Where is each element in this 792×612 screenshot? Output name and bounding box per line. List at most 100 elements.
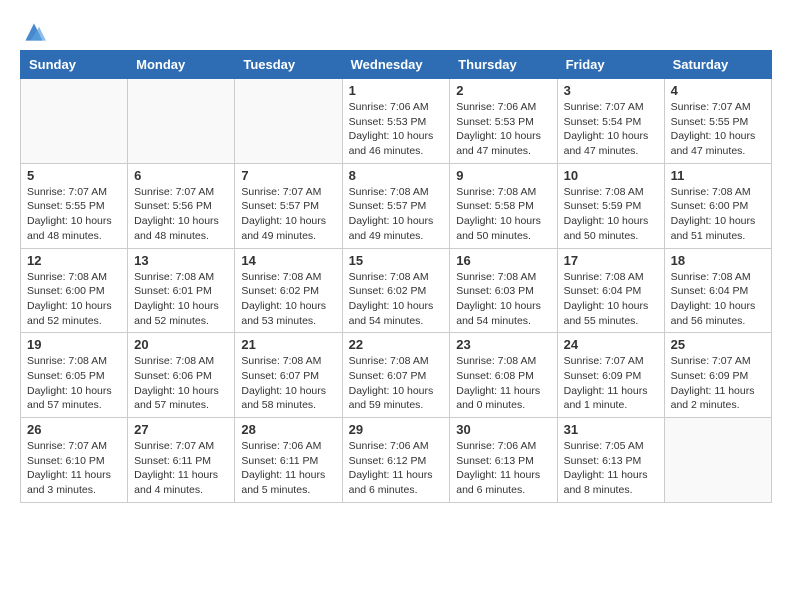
- calendar-cell: 25 Sunrise: 7:07 AM Sunset: 6:09 PM Dayli…: [664, 333, 771, 418]
- day-info: Sunrise: 7:08 AM Sunset: 6:04 PM Dayligh…: [564, 270, 658, 329]
- day-info: Sunrise: 7:08 AM Sunset: 6:02 PM Dayligh…: [241, 270, 335, 329]
- day-info: Sunrise: 7:06 AM Sunset: 6:13 PM Dayligh…: [456, 439, 550, 498]
- calendar-cell: 5 Sunrise: 7:07 AM Sunset: 5:55 PM Daylig…: [21, 163, 128, 248]
- day-number: 3: [564, 83, 658, 98]
- week-row-1: 1 Sunrise: 7:06 AM Sunset: 5:53 PM Daylig…: [21, 79, 772, 164]
- calendar-cell: 27Sunrise: 7:07 AM Sunset: 6:11 PM Dayli…: [128, 418, 235, 503]
- calendar-cell: 19 Sunrise: 7:08 AM Sunset: 6:05 PM Dayli…: [21, 333, 128, 418]
- day-header-monday: Monday: [128, 51, 235, 79]
- day-number: 20: [134, 337, 228, 352]
- day-number: 25: [671, 337, 765, 352]
- day-number: 29: [349, 422, 444, 437]
- calendar-header-row: SundayMondayTuesdayWednesdayThursdayFrid…: [21, 51, 772, 79]
- day-number: 8: [349, 168, 444, 183]
- page-header: [20, 20, 772, 40]
- calendar-cell: [235, 79, 342, 164]
- day-number: 11: [671, 168, 765, 183]
- calendar-cell: [664, 418, 771, 503]
- day-number: 17: [564, 253, 658, 268]
- day-info: Sunrise: 7:08 AM Sunset: 6:05 PM Dayligh…: [27, 354, 121, 413]
- day-info: Sunrise: 7:08 AM Sunset: 5:58 PM Dayligh…: [456, 185, 550, 244]
- day-number: 12: [27, 253, 121, 268]
- calendar-cell: [128, 79, 235, 164]
- day-number: 30: [456, 422, 550, 437]
- day-info: Sunrise: 7:08 AM Sunset: 6:00 PM Dayligh…: [671, 185, 765, 244]
- day-info: Sunrise: 7:07 AM Sunset: 5:54 PM Dayligh…: [564, 100, 658, 159]
- day-info: Sunrise: 7:08 AM Sunset: 5:57 PM Dayligh…: [349, 185, 444, 244]
- calendar-cell: 26 Sunrise: 7:07 AM Sunset: 6:10 PM Dayli…: [21, 418, 128, 503]
- calendar-cell: 20 Sunrise: 7:08 AM Sunset: 6:06 PM Dayli…: [128, 333, 235, 418]
- calendar-cell: 3 Sunrise: 7:07 AM Sunset: 5:54 PM Daylig…: [557, 79, 664, 164]
- day-info: Sunrise: 7:05 AM Sunset: 6:13 PM Dayligh…: [564, 439, 658, 498]
- day-info: Sunrise: 7:06 AM Sunset: 6:11 PM Dayligh…: [241, 439, 335, 498]
- week-row-5: 26 Sunrise: 7:07 AM Sunset: 6:10 PM Dayli…: [21, 418, 772, 503]
- calendar-cell: 13Sunrise: 7:08 AM Sunset: 6:01 PM Dayli…: [128, 248, 235, 333]
- day-info: Sunrise: 7:08 AM Sunset: 6:06 PM Dayligh…: [134, 354, 228, 413]
- calendar-cell: 12 Sunrise: 7:08 AM Sunset: 6:00 PM Dayli…: [21, 248, 128, 333]
- calendar-cell: 16Sunrise: 7:08 AM Sunset: 6:03 PM Dayli…: [450, 248, 557, 333]
- calendar-cell: 11 Sunrise: 7:08 AM Sunset: 6:00 PM Dayli…: [664, 163, 771, 248]
- calendar-cell: 8 Sunrise: 7:08 AM Sunset: 5:57 PM Daylig…: [342, 163, 450, 248]
- calendar-cell: 30 Sunrise: 7:06 AM Sunset: 6:13 PM Dayli…: [450, 418, 557, 503]
- day-number: 7: [241, 168, 335, 183]
- day-info: Sunrise: 7:07 AM Sunset: 5:55 PM Dayligh…: [671, 100, 765, 159]
- calendar-cell: 10Sunrise: 7:08 AM Sunset: 5:59 PM Dayli…: [557, 163, 664, 248]
- calendar-cell: 6Sunrise: 7:07 AM Sunset: 5:56 PM Daylig…: [128, 163, 235, 248]
- day-info: Sunrise: 7:06 AM Sunset: 5:53 PM Dayligh…: [456, 100, 550, 159]
- day-number: 21: [241, 337, 335, 352]
- calendar-cell: 31Sunrise: 7:05 AM Sunset: 6:13 PM Dayli…: [557, 418, 664, 503]
- calendar-cell: 28 Sunrise: 7:06 AM Sunset: 6:11 PM Dayli…: [235, 418, 342, 503]
- logo: [20, 20, 46, 40]
- day-number: 18: [671, 253, 765, 268]
- day-header-friday: Friday: [557, 51, 664, 79]
- week-row-2: 5 Sunrise: 7:07 AM Sunset: 5:55 PM Daylig…: [21, 163, 772, 248]
- day-info: Sunrise: 7:07 AM Sunset: 6:10 PM Dayligh…: [27, 439, 121, 498]
- day-info: Sunrise: 7:07 AM Sunset: 6:09 PM Dayligh…: [671, 354, 765, 413]
- day-info: Sunrise: 7:07 AM Sunset: 5:55 PM Dayligh…: [27, 185, 121, 244]
- calendar-cell: 7 Sunrise: 7:07 AM Sunset: 5:57 PM Daylig…: [235, 163, 342, 248]
- calendar-cell: [21, 79, 128, 164]
- day-number: 9: [456, 168, 550, 183]
- day-number: 22: [349, 337, 444, 352]
- day-header-tuesday: Tuesday: [235, 51, 342, 79]
- day-header-sunday: Sunday: [21, 51, 128, 79]
- day-number: 13: [134, 253, 228, 268]
- day-info: Sunrise: 7:08 AM Sunset: 6:07 PM Dayligh…: [241, 354, 335, 413]
- calendar-cell: 29 Sunrise: 7:06 AM Sunset: 6:12 PM Dayli…: [342, 418, 450, 503]
- day-number: 16: [456, 253, 550, 268]
- day-number: 1: [349, 83, 444, 98]
- calendar-cell: 22Sunrise: 7:08 AM Sunset: 6:07 PM Dayli…: [342, 333, 450, 418]
- calendar-cell: 1 Sunrise: 7:06 AM Sunset: 5:53 PM Daylig…: [342, 79, 450, 164]
- calendar: SundayMondayTuesdayWednesdayThursdayFrid…: [20, 50, 772, 503]
- day-info: Sunrise: 7:07 AM Sunset: 5:57 PM Dayligh…: [241, 185, 335, 244]
- week-row-3: 12 Sunrise: 7:08 AM Sunset: 6:00 PM Dayli…: [21, 248, 772, 333]
- day-number: 19: [27, 337, 121, 352]
- calendar-cell: 17 Sunrise: 7:08 AM Sunset: 6:04 PM Dayli…: [557, 248, 664, 333]
- calendar-cell: 15Sunrise: 7:08 AM Sunset: 6:02 PM Dayli…: [342, 248, 450, 333]
- day-number: 5: [27, 168, 121, 183]
- calendar-cell: 18 Sunrise: 7:08 AM Sunset: 6:04 PM Dayli…: [664, 248, 771, 333]
- day-info: Sunrise: 7:06 AM Sunset: 6:12 PM Dayligh…: [349, 439, 444, 498]
- day-info: Sunrise: 7:07 AM Sunset: 5:56 PM Dayligh…: [134, 185, 228, 244]
- day-number: 27: [134, 422, 228, 437]
- day-info: Sunrise: 7:06 AM Sunset: 5:53 PM Dayligh…: [349, 100, 444, 159]
- day-info: Sunrise: 7:08 AM Sunset: 6:08 PM Dayligh…: [456, 354, 550, 413]
- calendar-cell: 24Sunrise: 7:07 AM Sunset: 6:09 PM Dayli…: [557, 333, 664, 418]
- logo-icon: [22, 20, 46, 44]
- day-number: 28: [241, 422, 335, 437]
- day-info: Sunrise: 7:08 AM Sunset: 6:00 PM Dayligh…: [27, 270, 121, 329]
- day-number: 26: [27, 422, 121, 437]
- calendar-cell: 23 Sunrise: 7:08 AM Sunset: 6:08 PM Dayli…: [450, 333, 557, 418]
- day-number: 15: [349, 253, 444, 268]
- calendar-cell: 14 Sunrise: 7:08 AM Sunset: 6:02 PM Dayli…: [235, 248, 342, 333]
- week-row-4: 19 Sunrise: 7:08 AM Sunset: 6:05 PM Dayli…: [21, 333, 772, 418]
- calendar-cell: 4 Sunrise: 7:07 AM Sunset: 5:55 PM Daylig…: [664, 79, 771, 164]
- calendar-cell: 2 Sunrise: 7:06 AM Sunset: 5:53 PM Daylig…: [450, 79, 557, 164]
- day-number: 2: [456, 83, 550, 98]
- day-info: Sunrise: 7:08 AM Sunset: 6:04 PM Dayligh…: [671, 270, 765, 329]
- day-number: 10: [564, 168, 658, 183]
- calendar-cell: 21 Sunrise: 7:08 AM Sunset: 6:07 PM Dayli…: [235, 333, 342, 418]
- day-number: 14: [241, 253, 335, 268]
- day-number: 4: [671, 83, 765, 98]
- day-number: 23: [456, 337, 550, 352]
